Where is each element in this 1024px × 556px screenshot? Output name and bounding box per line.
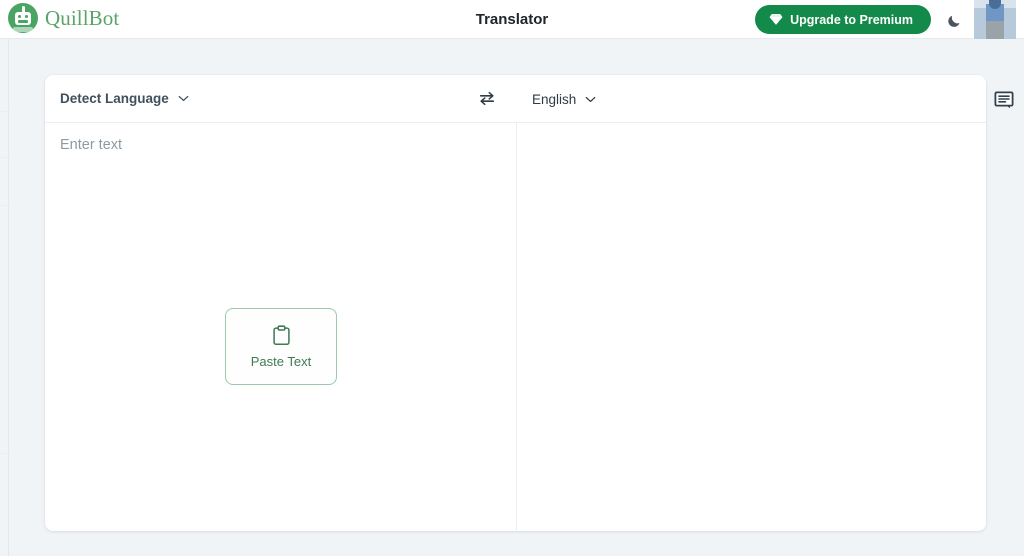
app-header: QuillBot Translator Upgrade to Premium bbox=[0, 0, 1024, 39]
translator-card: Detect Language English Enter text Paste… bbox=[45, 75, 986, 531]
translation-panes: Enter text Paste Text bbox=[45, 123, 986, 531]
moon-icon bbox=[947, 15, 959, 27]
clipboard-icon bbox=[272, 324, 290, 345]
language-bar: Detect Language English bbox=[45, 75, 986, 123]
target-language-section: English bbox=[517, 75, 596, 123]
swap-arrows-icon bbox=[479, 91, 495, 106]
source-language-label: Detect Language bbox=[60, 91, 169, 106]
target-language-label: English bbox=[532, 91, 577, 107]
swap-languages-button[interactable] bbox=[475, 87, 499, 111]
source-text-pane[interactable]: Enter text Paste Text bbox=[45, 123, 516, 530]
paste-text-label: Paste Text bbox=[250, 353, 312, 369]
dark-mode-toggle[interactable] bbox=[942, 8, 966, 32]
feedback-button[interactable] bbox=[992, 88, 1016, 112]
user-avatar[interactable] bbox=[974, 0, 1016, 39]
source-language-dropdown[interactable]: Detect Language bbox=[60, 91, 189, 106]
chevron-down-icon bbox=[178, 95, 189, 102]
source-language-section: Detect Language bbox=[45, 75, 516, 123]
target-text-pane[interactable] bbox=[517, 123, 986, 530]
feedback-message-icon bbox=[994, 91, 1014, 109]
upgrade-to-premium-button[interactable]: Upgrade to Premium bbox=[755, 5, 931, 34]
source-text-placeholder: Enter text bbox=[60, 137, 123, 153]
chevron-down-icon bbox=[585, 96, 596, 102]
target-language-dropdown[interactable]: English bbox=[532, 92, 596, 107]
collapsed-sidebar-edge[interactable] bbox=[0, 39, 9, 556]
upgrade-label: Upgrade to Premium bbox=[790, 12, 913, 27]
diamond-icon bbox=[769, 14, 783, 25]
paste-text-button[interactable]: Paste Text bbox=[225, 308, 337, 385]
